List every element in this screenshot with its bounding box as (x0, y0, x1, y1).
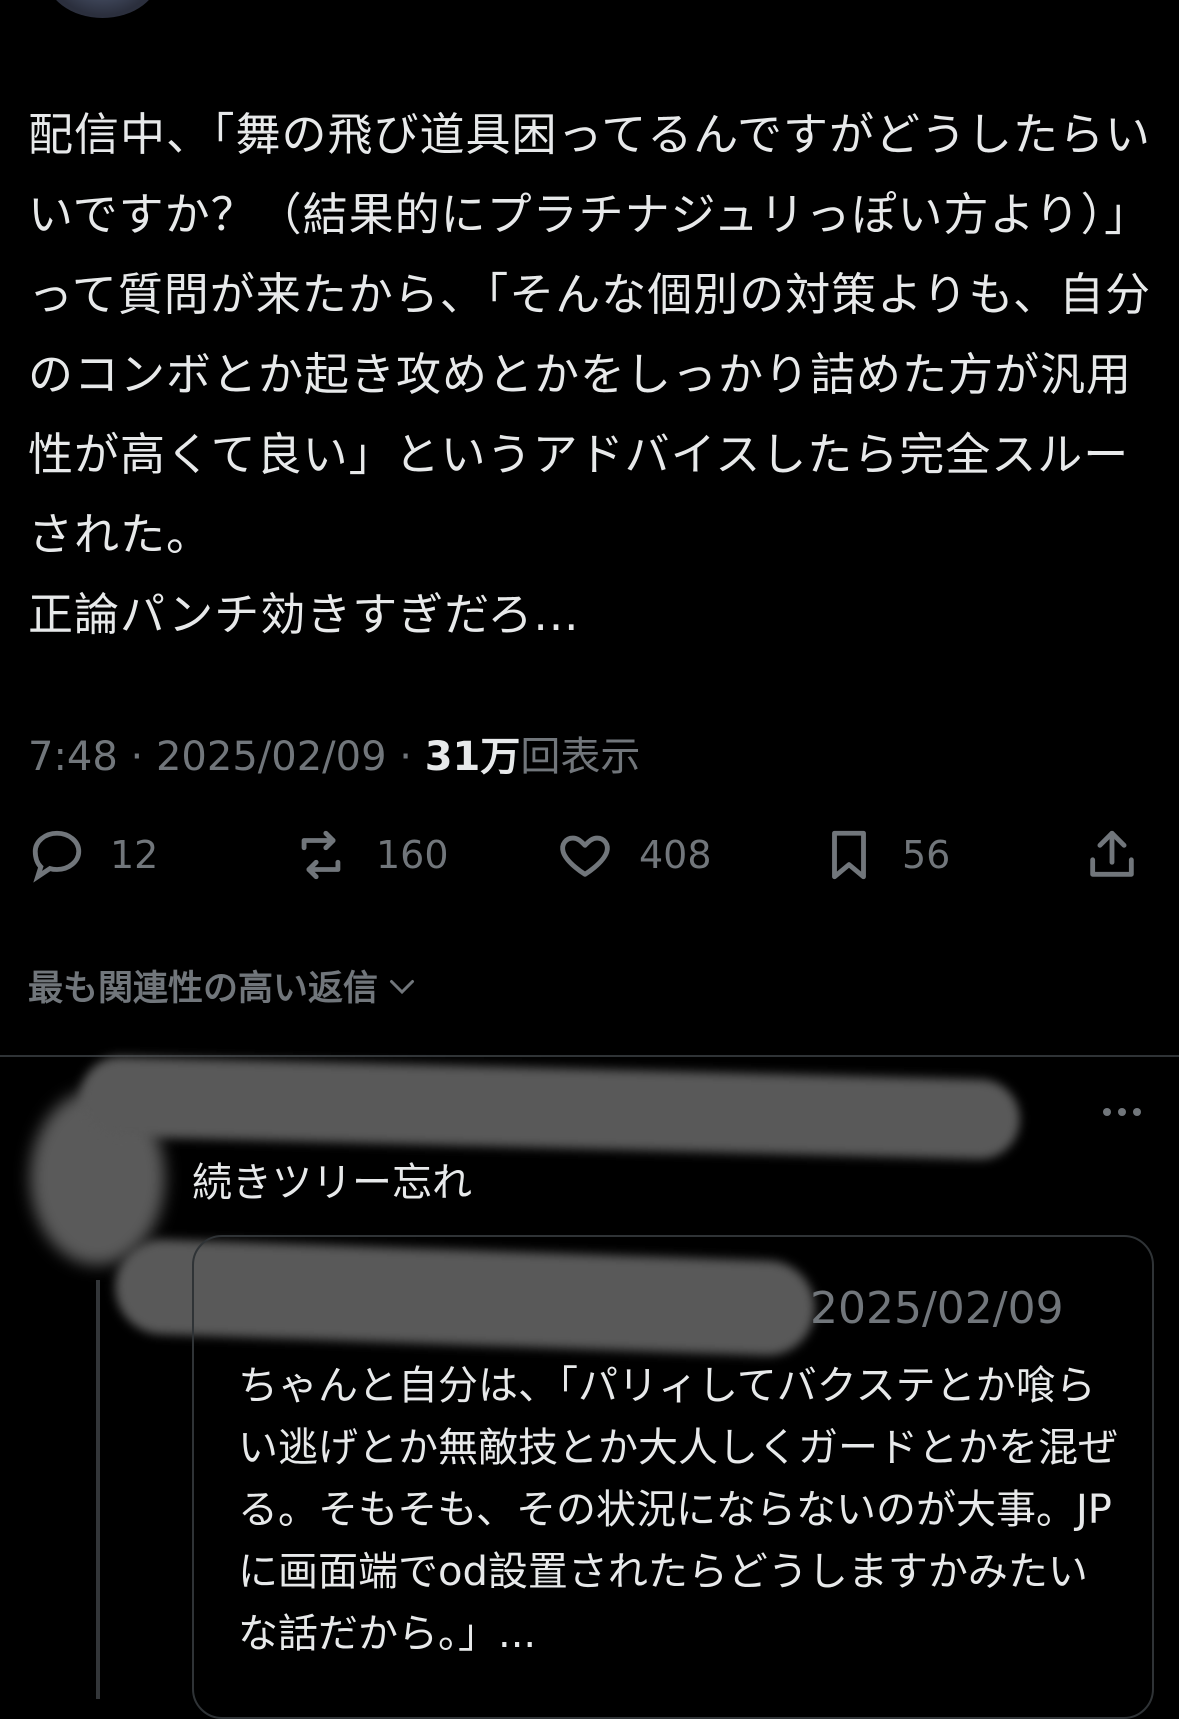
repost-icon (301, 830, 341, 880)
bookmark-button[interactable]: 56 (820, 820, 950, 890)
post-time: 7:48 (28, 734, 118, 780)
repost-button[interactable]: 160 (290, 820, 449, 890)
reply-button[interactable]: 12 (28, 820, 158, 890)
meta-separator: · (130, 734, 156, 780)
action-bar: 12 160 408 56 (0, 820, 1179, 890)
share-button[interactable] (1083, 820, 1141, 890)
thread-line (96, 1280, 100, 1699)
chevron-down-icon (390, 979, 415, 994)
quote-date: 2025/02/09 (810, 1283, 1064, 1334)
views-label[interactable]: 回表示 (520, 734, 640, 780)
like-count: 408 (639, 833, 712, 877)
repost-count: 160 (376, 833, 449, 877)
post-text: 配信中、「舞の飛び道具困ってるんですがどうしたらいいですか？（結果的にプラチナジ… (28, 108, 1152, 641)
meta-separator: · (399, 734, 425, 780)
redaction-mark (79, 1055, 1021, 1161)
post-date: 2025/02/09 (155, 734, 387, 780)
bookmark-count: 56 (902, 833, 951, 877)
post-meta: 7:48 · 2025/02/09 · 31万回表示 (28, 724, 640, 782)
reply-text: 続きツリー忘れ (192, 1160, 472, 1206)
sort-label: 最も関連性の高い返信 (28, 969, 379, 1009)
views-count[interactable]: 31万 (425, 734, 521, 780)
like-button[interactable]: 408 (555, 820, 712, 890)
more-icon[interactable] (1100, 1100, 1144, 1124)
author-avatar[interactable] (45, 0, 160, 18)
quote-text: ちゃんと自分は、「パリィしてバクステとか喰らい逃げとか無敵技とか大人しくガードと… (238, 1363, 1118, 1657)
reply-count: 12 (110, 833, 159, 877)
reply-sort-dropdown[interactable]: 最も関連性の高い返信 (28, 960, 420, 1011)
like-icon (560, 835, 610, 877)
share-icon (1090, 830, 1134, 877)
reply-icon (32, 830, 82, 883)
divider (0, 1055, 1179, 1057)
bookmark-icon (832, 830, 866, 880)
